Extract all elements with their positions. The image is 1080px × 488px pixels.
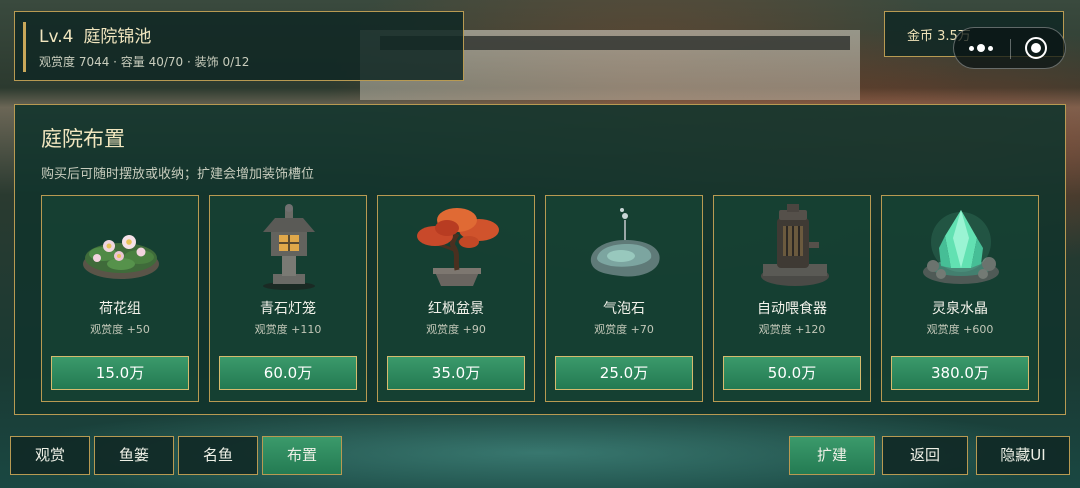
pond-stats: 观赏度 7044 · 容量 40/70 · 装饰 0/12 [39, 55, 250, 69]
item-bonus: 观赏度 +90 [426, 323, 486, 336]
item-bonus: 观赏度 +50 [90, 323, 150, 336]
bubble-stone-icon [590, 208, 660, 277]
item-name: 青石灯笼 [260, 301, 316, 317]
stone-lantern-icon [263, 204, 315, 290]
tab-decorate[interactable]: 布置 [262, 436, 342, 475]
lotus-cluster-icon [83, 235, 159, 279]
tab-famous-fish[interactable]: 名鱼 [178, 436, 258, 475]
capsule-divider [1010, 39, 1011, 59]
item-bonus: 观赏度 +120 [758, 323, 826, 336]
panel-title: 庭院布置 [41, 127, 125, 151]
shop-item-card: 自动喂食器 观赏度 +120 50.0万 [713, 195, 871, 402]
target-circle-icon[interactable] [1025, 37, 1047, 59]
item-name: 红枫盆景 [428, 301, 484, 317]
shop-item-card: 灵泉水晶 观赏度 +600 380.0万 [881, 195, 1039, 402]
item-name: 气泡石 [603, 301, 645, 317]
header-accent-bar [23, 22, 26, 72]
buy-button[interactable]: 35.0万 [387, 356, 525, 390]
more-dots-icon[interactable] [966, 39, 996, 57]
item-bonus: 观赏度 +110 [254, 323, 322, 336]
item-bonus: 观赏度 +600 [926, 323, 994, 336]
buy-button[interactable]: 60.0万 [219, 356, 357, 390]
item-bonus: 观赏度 +70 [594, 323, 654, 336]
buy-button[interactable]: 380.0万 [891, 356, 1029, 390]
buy-button[interactable]: 50.0万 [723, 356, 861, 390]
item-name: 荷花组 [99, 301, 141, 317]
item-name: 灵泉水晶 [932, 301, 988, 317]
shop-item-card: 青石灯笼 观赏度 +110 60.0万 [209, 195, 367, 402]
buy-button[interactable]: 15.0万 [51, 356, 189, 390]
buy-button[interactable]: 25.0万 [555, 356, 693, 390]
pond-level: Lv.4 [39, 27, 74, 47]
panel-subtitle: 购买后可随时摆放或收纳；扩建会增加装饰槽位 [41, 167, 315, 182]
pond-title: Lv.4 庭院锦池 [39, 22, 161, 47]
tab-fish-basket[interactable]: 鱼篓 [94, 436, 174, 475]
hide-ui-button[interactable]: 隐藏UI [976, 436, 1070, 475]
pond-info-header: Lv.4 庭院锦池 观赏度 7044 · 容量 40/70 · 装饰 0/12 [14, 11, 464, 81]
auto-feeder-icon [761, 204, 829, 286]
pond-name: 庭院锦池 [83, 27, 152, 47]
shop-item-card: 荷花组 观赏度 +50 15.0万 [41, 195, 199, 402]
tab-view[interactable]: 观赏 [10, 436, 90, 475]
mini-program-capsule [953, 27, 1066, 69]
decoration-shop-panel: 庭院布置 购买后可随时摆放或收纳；扩建会增加装饰槽位 荷花组 观赏度 +50 1… [14, 104, 1066, 415]
expand-button[interactable]: 扩建 [789, 436, 875, 475]
shop-item-card: 气泡石 观赏度 +70 25.0万 [545, 195, 703, 402]
maple-bonsai-icon [417, 208, 499, 286]
back-button[interactable]: 返回 [882, 436, 968, 475]
spirit-crystal-icon [923, 210, 999, 284]
shop-item-card: 红枫盆景 观赏度 +90 35.0万 [377, 195, 535, 402]
item-name: 自动喂食器 [757, 301, 827, 317]
